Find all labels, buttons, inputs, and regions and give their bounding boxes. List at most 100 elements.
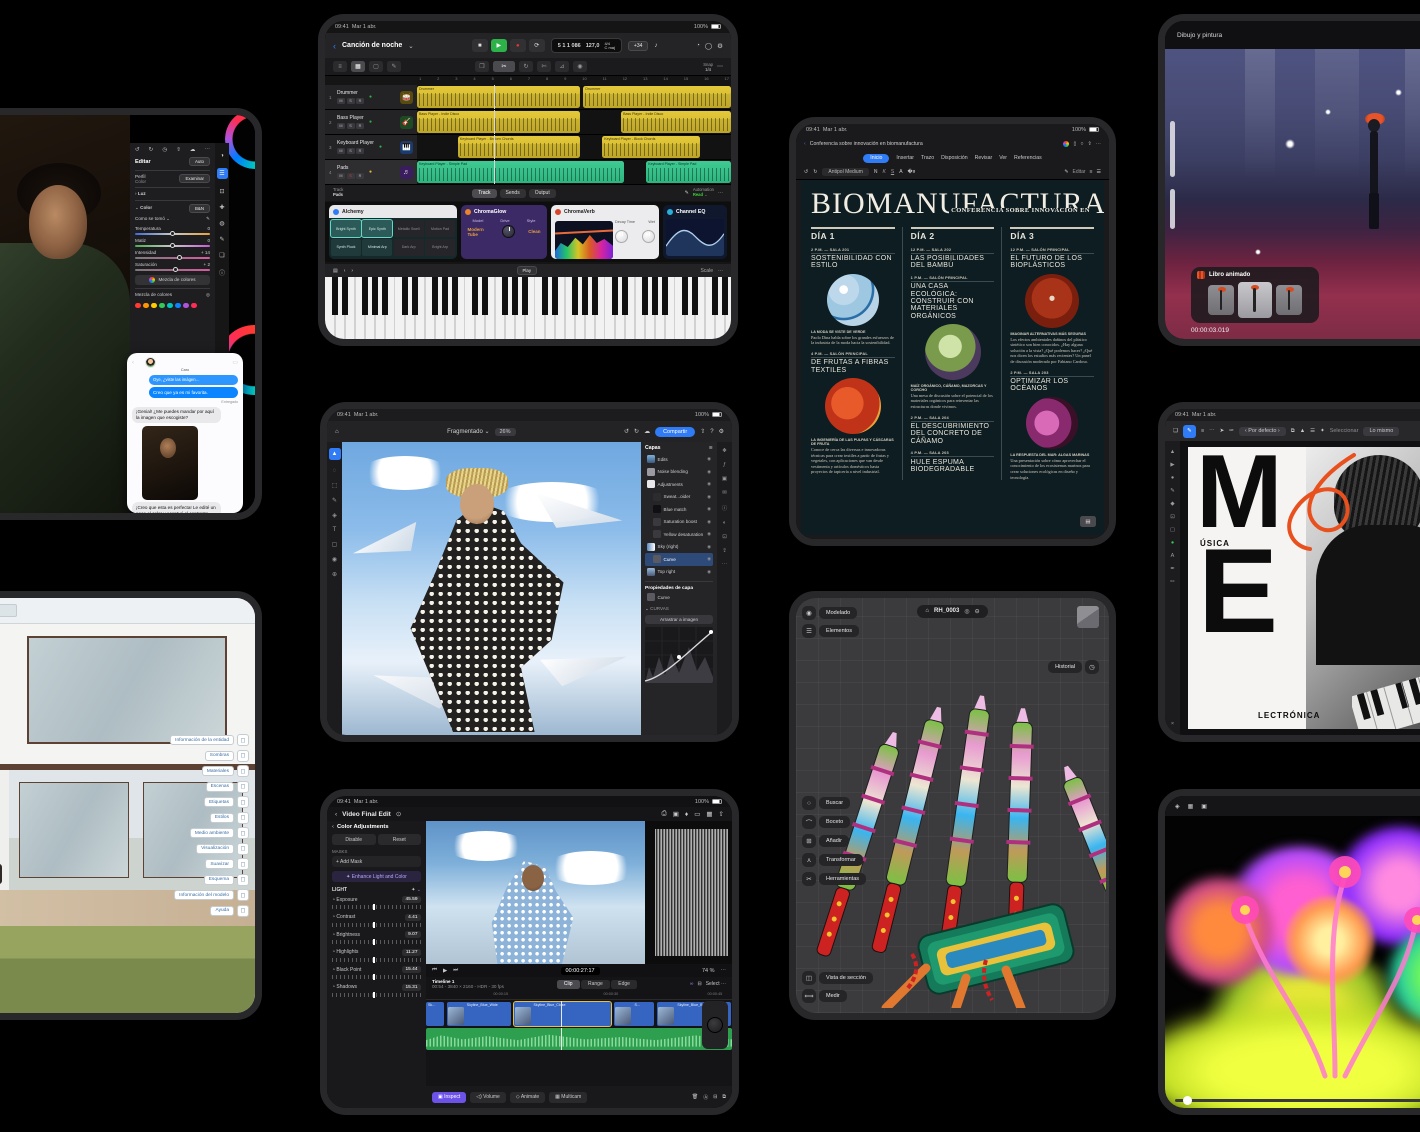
visibility-icon[interactable]: ◉ <box>707 569 711 575</box>
timeline-clip[interactable]: S... <box>614 1001 655 1026</box>
pages-icon[interactable]: ❏ <box>1173 428 1178 434</box>
region[interactable]: Bass Player - Indie Disco <box>621 111 731 133</box>
more-icon[interactable]: ⋯ <box>1209 428 1215 434</box>
preset-cell[interactable]: Minimal Arp <box>362 238 393 256</box>
scene-icon[interactable]: ▦ <box>1188 803 1194 810</box>
search-icon[interactable]: ○ <box>802 796 816 810</box>
title-menu-icon[interactable]: ⌄ <box>408 42 413 50</box>
same-chip[interactable]: Lo mismo <box>1363 426 1400 436</box>
edit-pencil-icon[interactable]: ✎ <box>1064 169 1068 175</box>
pencil-tool-icon[interactable]: ✎ <box>387 61 401 72</box>
crop-tool[interactable]: ⊡ <box>1170 514 1175 520</box>
more-icon[interactable]: ⋯ <box>1096 141 1101 147</box>
transform-icon[interactable]: ⋏ <box>802 853 816 867</box>
region[interactable]: Drummer <box>417 86 581 108</box>
camera-icon[interactable]: ▣ <box>1201 803 1207 810</box>
piano-keyboard[interactable] <box>325 277 731 339</box>
panel-item-icon[interactable]: ◻ <box>237 842 249 855</box>
cad-panel-item[interactable]: Escenas ◻ <box>205 780 249 793</box>
pencil-tool[interactable]: ✏ <box>1170 579 1175 585</box>
contact-avatar[interactable] <box>145 357 156 368</box>
eyedropper-tool[interactable]: ◉ <box>332 556 337 563</box>
select-tool[interactable]: ▲ <box>1170 449 1175 455</box>
export-icon[interactable]: ⇧ <box>700 428 705 435</box>
play-icon[interactable]: ▶ <box>443 968 447 974</box>
mode-range[interactable]: Range <box>581 979 610 989</box>
panel-item-icon[interactable]: ◻ <box>237 780 249 793</box>
brush-tool[interactable]: ✎ <box>332 497 337 504</box>
next-frame-icon[interactable]: ⏭ <box>453 967 458 974</box>
jog-wheel[interactable] <box>702 1001 728 1049</box>
brush-opacity-slider[interactable] <box>1170 189 1175 229</box>
default-preset-select[interactable]: ‹ Por defecto › <box>1238 426 1286 436</box>
visibility-icon[interactable]: ◉ <box>707 494 711 500</box>
zoom-tool[interactable]: ⊕ <box>332 571 337 578</box>
scale-label[interactable]: Scale <box>700 268 713 274</box>
transpose-chip[interactable]: +34 <box>627 40 649 51</box>
share-button[interactable]: Compartir <box>655 426 696 437</box>
buscar-button[interactable]: Buscar <box>819 797 851 809</box>
layer-row[interactable]: Noise blending ◉ <box>645 466 713 479</box>
bw-button[interactable]: B&N <box>188 203 210 213</box>
vista-seccion-button[interactable]: Vista de sección <box>819 972 873 984</box>
plugin-channeleq[interactable]: Channel EQ <box>663 205 727 259</box>
cad-panel-item[interactable]: Medio ambiente ◻ <box>189 827 249 839</box>
snap-icon[interactable]: ⊟ <box>697 981 701 987</box>
more-icon[interactable]: ⋯ <box>717 63 723 70</box>
close-icon[interactable]: × <box>1171 721 1174 727</box>
share-icon[interactable]: ⇧ <box>1087 141 1091 147</box>
preset-cell[interactable]: Dark Arp <box>393 238 424 256</box>
split-icon[interactable]: ⊟ <box>713 1094 717 1101</box>
italic-button[interactable]: K <box>883 169 886 175</box>
panel-item-icon[interactable]: ◻ <box>237 734 249 746</box>
tab-sends[interactable]: Sends <box>499 188 526 198</box>
more-icon[interactable]: ⋯ <box>204 147 210 153</box>
layer-row[interactable]: Edits ◉ <box>645 453 713 466</box>
lasso-tool[interactable]: ◌ <box>333 468 337 474</box>
tab-referencias[interactable]: Referencias <box>1014 155 1042 161</box>
tab-track[interactable]: Track <box>472 188 497 198</box>
cad-panel-item[interactable]: Información del modelo ◻ <box>174 889 249 901</box>
device-icon[interactable]: ▯ <box>1073 141 1076 147</box>
export-icon[interactable]: ⇪ <box>722 548 727 554</box>
camera-icon[interactable]: ▣ <box>673 810 679 818</box>
brush-icon[interactable]: ✎ <box>219 236 224 243</box>
color-swatch-row[interactable] <box>135 302 210 308</box>
bold-button[interactable]: N <box>874 169 878 175</box>
panel-item-icon[interactable]: ◻ <box>237 889 249 901</box>
audio-track[interactable] <box>426 1027 732 1050</box>
timeline-clip[interactable]: Sk... <box>426 1001 445 1026</box>
underline-button[interactable]: S <box>891 169 894 175</box>
mixer-icon[interactable]: ◔ <box>696 42 700 50</box>
preset-cell[interactable]: Bright Synth <box>330 219 362 238</box>
visibility-icon[interactable]: ◉ <box>707 469 711 475</box>
cloud-icon[interactable]: ☁ <box>644 428 650 435</box>
eyedropper-icon[interactable]: ✎ <box>206 216 210 222</box>
herramientas-button[interactable]: Herramientas <box>819 873 867 885</box>
style-value[interactable]: Clean <box>528 229 540 234</box>
anadir-button[interactable]: Añadir <box>819 835 849 847</box>
layer-row[interactable]: Sky (right) ◉ <box>645 541 713 554</box>
grid-icon[interactable]: ▦ <box>706 810 712 818</box>
region[interactable]: Keyboard Player - Simple Pad <box>646 161 731 183</box>
playhead[interactable] <box>493 85 495 109</box>
view-cube[interactable] <box>1077 606 1099 628</box>
vector-tool-active[interactable]: ✎ <box>1182 424 1196 438</box>
plugin-chromaglow[interactable]: ChromaGlow Model Drive Style Modern Tube… <box>461 205 547 259</box>
history-button[interactable]: Historial <box>1048 661 1082 673</box>
edit-icon[interactable]: ☰ <box>216 168 228 179</box>
plugin-chromaverb[interactable]: ChromaVerb Decay Time Wet <box>551 205 659 259</box>
color-wheel-icon[interactable] <box>1063 140 1070 147</box>
adjustment-slider[interactable]: ◔ Contrast 4.41 <box>332 913 421 928</box>
region[interactable]: Keyboard Player - Block Chords <box>602 136 700 158</box>
presets-icon[interactable]: ◑ <box>220 153 224 159</box>
document-title[interactable]: Conferencia sobre innovación en biomanuf… <box>810 141 923 147</box>
lock-icon[interactable]: ◈ <box>1175 803 1180 810</box>
delete-icon[interactable]: 🗑 <box>692 1094 698 1101</box>
shape-tool[interactable]: ▢ <box>332 541 338 548</box>
back-icon[interactable]: ‹ <box>333 41 336 51</box>
curves-histogram[interactable] <box>645 626 713 683</box>
more-icon[interactable]: ⋯ <box>722 562 728 568</box>
heal-icon[interactable]: ✚ <box>219 204 224 211</box>
tab-disposicion[interactable]: Disposición <box>941 155 968 161</box>
